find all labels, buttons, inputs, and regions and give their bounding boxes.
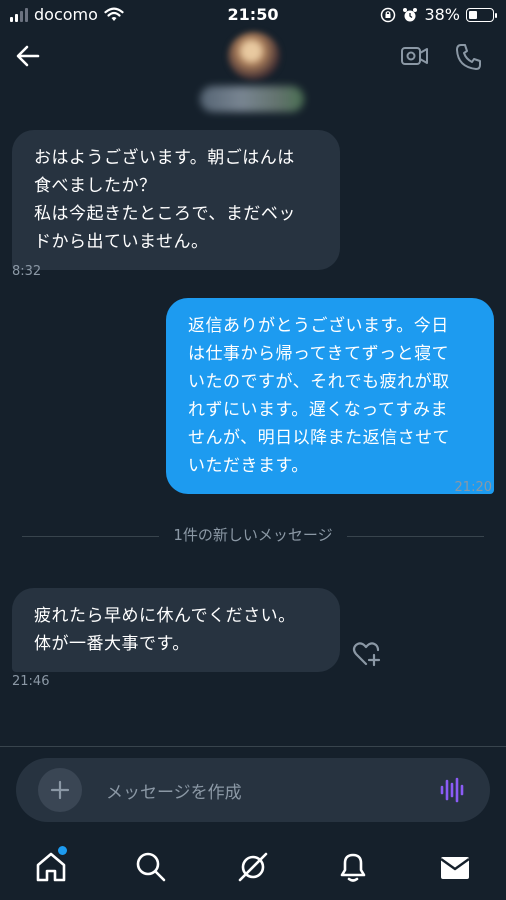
- message-timestamp: 21:20: [454, 480, 492, 495]
- message-timestamp: 8:32: [12, 264, 42, 279]
- composer-divider: [0, 746, 506, 747]
- home-notification-dot: [58, 846, 67, 855]
- message-bubble-incoming[interactable]: 疲れたら早めに休んでください。 体が一番大事です。: [12, 588, 340, 672]
- status-bar: docomo 21:50 38%: [0, 0, 506, 30]
- notifications-icon[interactable]: [336, 850, 370, 884]
- orientation-lock-icon: [381, 7, 396, 22]
- spaces-icon[interactable]: [236, 850, 270, 884]
- message-composer[interactable]: メッセージを作成: [16, 758, 490, 822]
- avatar[interactable]: [228, 32, 280, 80]
- battery-icon: [466, 7, 497, 22]
- phone-icon[interactable]: [454, 42, 484, 72]
- arrow-left-icon[interactable]: [14, 42, 42, 70]
- new-message-divider-label: 1件の新しいメッセージ: [0, 524, 506, 545]
- alarm-icon: [403, 7, 418, 21]
- message-timestamp: 21:46: [12, 674, 50, 689]
- heart-plus-icon[interactable]: [352, 640, 382, 668]
- message-bubble-outgoing[interactable]: 返信ありがとうございます。今日 は仕事から帰ってきてずっと寝て いたのですが、そ…: [166, 298, 494, 494]
- contact-name-blurred[interactable]: [200, 86, 304, 112]
- messages-icon[interactable]: [438, 850, 472, 884]
- bottom-tab-bar: [0, 836, 506, 900]
- search-icon[interactable]: [134, 850, 168, 884]
- add-media-button[interactable]: [38, 768, 82, 812]
- message-bubble-incoming[interactable]: おはようございます。朝ごはんは 食べましたか？ 私は今起きたところで、まだベッ …: [12, 130, 340, 270]
- plus-icon: [50, 780, 70, 800]
- conversation-header: [0, 30, 506, 120]
- video-call-icon[interactable]: [400, 42, 430, 70]
- status-right: 38%: [380, 5, 497, 24]
- voice-message-icon[interactable]: [438, 776, 466, 804]
- home-icon[interactable]: [34, 850, 68, 884]
- battery-percent: 38%: [424, 5, 460, 24]
- message-input[interactable]: メッセージを作成: [106, 778, 242, 803]
